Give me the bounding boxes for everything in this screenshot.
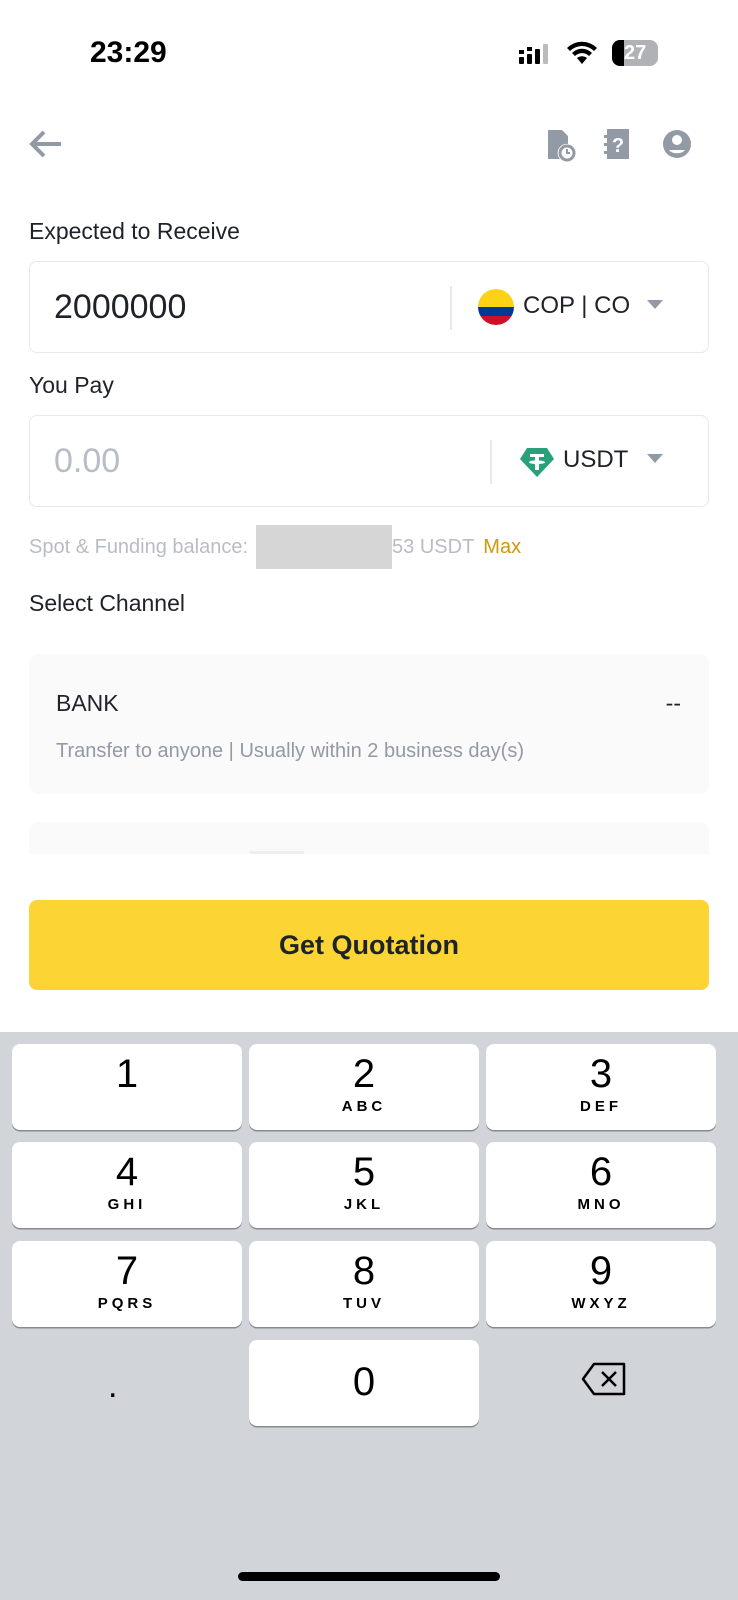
channel-desc: Transfer to anyone | Usually within 2 bu… (56, 740, 524, 762)
key-digit: 8 (352, 1249, 376, 1293)
chevron-down-icon[interactable] (647, 300, 663, 309)
key-letters: JKL (343, 1196, 385, 1213)
pay-currency[interactable]: USDT (563, 446, 628, 474)
key-letters: GHI (107, 1196, 147, 1213)
key-digit: 6 (589, 1150, 613, 1194)
numeric-keyboard: 1 2 ABC 3 DEF 4 GHI 5 JKL 6 MNO 7 PQRS 8 TUV 9 WXYZ. 0 (0, 1032, 738, 1600)
key-letters: WXYZ (571, 1295, 631, 1312)
battery-icon: 27 (612, 40, 658, 66)
receive-amount-value[interactable]: 2000000 (54, 288, 186, 327)
tether-icon (520, 446, 554, 483)
key-digit: 4 (115, 1150, 139, 1194)
balance-suffix: 53 USDT (392, 535, 475, 558)
balance-prefix: Spot & Funding balance: (29, 535, 249, 558)
key-8[interactable]: 8 TUV (249, 1241, 479, 1327)
svg-text:?: ? (612, 135, 624, 157)
colombia-flag-icon (478, 289, 514, 325)
channel-value: -- (665, 690, 681, 716)
pay-label: You Pay (29, 372, 114, 398)
key-letters: MNO (577, 1196, 625, 1213)
key-digit: 3 (589, 1052, 613, 1096)
battery-level: 27 (624, 42, 647, 64)
wifi-icon (567, 40, 597, 71)
order-history-icon[interactable] (546, 128, 576, 167)
select-channel-title: Select Channel (29, 590, 185, 616)
key-digit: . (108, 1367, 118, 1405)
back-arrow-icon[interactable] (27, 128, 63, 165)
key-6[interactable]: 6 MNO (486, 1142, 716, 1228)
divider (450, 286, 452, 330)
receive-amount-field[interactable]: 2000000 COP | CO (29, 261, 709, 353)
get-quotation-button[interactable]: Get Quotation (29, 900, 709, 990)
key-1[interactable]: 1 (12, 1044, 242, 1130)
key-digit: 1 (115, 1052, 139, 1096)
account-icon[interactable] (662, 129, 692, 164)
receive-label: Expected to Receive (29, 218, 240, 244)
key-digit: 0 (352, 1360, 376, 1404)
max-button[interactable]: Max (483, 536, 521, 559)
key-letters: PQRS (97, 1295, 157, 1312)
redacted-block (256, 525, 393, 569)
help-icon[interactable]: ? (604, 128, 632, 165)
key-3[interactable]: 3 DEF (486, 1044, 716, 1130)
key-digit: 9 (589, 1249, 613, 1293)
key-letters: TUV (343, 1295, 385, 1312)
home-indicator (238, 1572, 500, 1581)
key-5[interactable]: 5 JKL (249, 1142, 479, 1228)
key-digit: 7 (115, 1249, 139, 1293)
pay-amount-placeholder[interactable]: 0.00 (54, 442, 120, 481)
key-2[interactable]: 2 ABC (249, 1044, 479, 1130)
key-letters: DEF (580, 1098, 622, 1115)
channel-name: BANK (56, 690, 119, 716)
receive-currency[interactable]: COP | CO (523, 292, 630, 320)
key-7[interactable]: 7 PQRS (12, 1241, 242, 1327)
key-letters: ABC (341, 1098, 387, 1115)
key-digit: 5 (352, 1150, 376, 1194)
key-decimal[interactable]: . (108, 1367, 117, 1406)
key-digit: 2 (352, 1052, 376, 1096)
pay-amount-field[interactable]: 0.00 USDT (29, 415, 709, 507)
key-0[interactable]: 0 (249, 1340, 479, 1426)
channel-item-partial[interactable] (29, 822, 709, 854)
signal-icon (519, 44, 559, 71)
channel-item-bank[interactable]: BANK -- Transfer to anyone | Usually wit… (29, 654, 709, 794)
key-9[interactable]: 9 WXYZ (486, 1241, 716, 1327)
status-time: 23:29 (90, 36, 167, 69)
backspace-key[interactable] (581, 1362, 627, 1401)
chevron-down-icon[interactable] (647, 454, 663, 463)
balance-row: Spot & Funding balance: 53 USDT Max (29, 525, 521, 569)
divider (490, 440, 492, 484)
key-4[interactable]: 4 GHI (12, 1142, 242, 1228)
